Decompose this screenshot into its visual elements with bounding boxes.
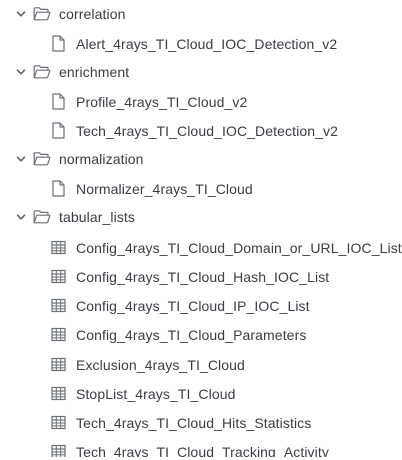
file-tree: correlation Alert_4rays_TI_Cloud_IOC_Det…: [0, 0, 402, 460]
chevron-down-icon[interactable]: [15, 153, 27, 165]
chevron-down-icon[interactable]: [15, 66, 27, 78]
folder-enrichment[interactable]: enrichment: [0, 58, 402, 87]
file-label: Tech_4rays_TI_Cloud_IOC_Detection_v2: [76, 123, 338, 139]
folder-correlation[interactable]: correlation: [0, 0, 402, 29]
tree-item-file[interactable]: Profile_4rays_TI_Cloud_v2: [0, 87, 402, 116]
table-label: Config_4rays_TI_Cloud_Hash_IOC_List: [76, 269, 330, 285]
table-icon: [51, 357, 66, 372]
tree-item-table[interactable]: Config_4rays_TI_Cloud_IP_IOC_List: [0, 291, 402, 320]
file-icon: [51, 122, 66, 139]
tree-item-table[interactable]: Config_4rays_TI_Cloud_Domain_or_URL_IOC_…: [0, 233, 402, 262]
folder-tabular-lists[interactable]: tabular_lists: [0, 203, 402, 232]
tree-item-table[interactable]: StopList_4rays_TI_Cloud: [0, 379, 402, 408]
tree-item-file[interactable]: Tech_4rays_TI_Cloud_IOC_Detection_v2: [0, 116, 402, 145]
file-label: Normalizer_4rays_TI_Cloud: [76, 181, 253, 197]
folder-open-icon: [33, 64, 51, 80]
folder-open-icon: [33, 151, 51, 167]
table-label: Tech_4rays_TI_Cloud_Hits_Statistics: [76, 415, 312, 431]
chevron-down-icon[interactable]: [15, 211, 27, 223]
tree-item-table[interactable]: Exclusion_4rays_TI_Cloud: [0, 350, 402, 379]
tree-item-table[interactable]: Config_4rays_TI_Cloud_Hash_IOC_List: [0, 262, 402, 291]
table-label: Config_4rays_TI_Cloud_IP_IOC_List: [76, 298, 310, 314]
table-label: StopList_4rays_TI_Cloud: [76, 386, 236, 402]
folder-label: normalization: [59, 151, 144, 167]
chevron-down-icon[interactable]: [15, 8, 27, 20]
folder-label: tabular_lists: [59, 209, 136, 225]
table-icon: [51, 415, 66, 430]
file-icon: [51, 35, 66, 52]
table-icon: [51, 298, 66, 313]
table-label: Config_4rays_TI_Cloud_Domain_or_URL_IOC_…: [76, 240, 402, 256]
tree-item-file[interactable]: Alert_4rays_TI_Cloud_IOC_Detection_v2: [0, 29, 402, 58]
tree-item-file[interactable]: Normalizer_4rays_TI_Cloud: [0, 174, 402, 203]
folder-label: enrichment: [59, 64, 130, 80]
folder-open-icon: [33, 209, 51, 225]
tree-item-table[interactable]: Config_4rays_TI_Cloud_Parameters: [0, 320, 402, 349]
file-label: Alert_4rays_TI_Cloud_IOC_Detection_v2: [76, 36, 338, 52]
file-icon: [51, 180, 66, 197]
table-icon: [51, 269, 66, 284]
table-label: Exclusion_4rays_TI_Cloud: [76, 357, 245, 373]
folder-open-icon: [33, 6, 51, 22]
file-label: Profile_4rays_TI_Cloud_v2: [76, 94, 248, 110]
folder-label: correlation: [59, 6, 126, 22]
folder-normalization[interactable]: normalization: [0, 145, 402, 174]
table-icon: [51, 240, 66, 255]
file-icon: [51, 93, 66, 110]
table-icon: [51, 386, 66, 401]
table-icon: [51, 327, 66, 342]
table-label: Config_4rays_TI_Cloud_Parameters: [76, 327, 307, 343]
tree-item-table[interactable]: Tech_4rays_TI_Cloud_Hits_Statistics: [0, 408, 402, 437]
